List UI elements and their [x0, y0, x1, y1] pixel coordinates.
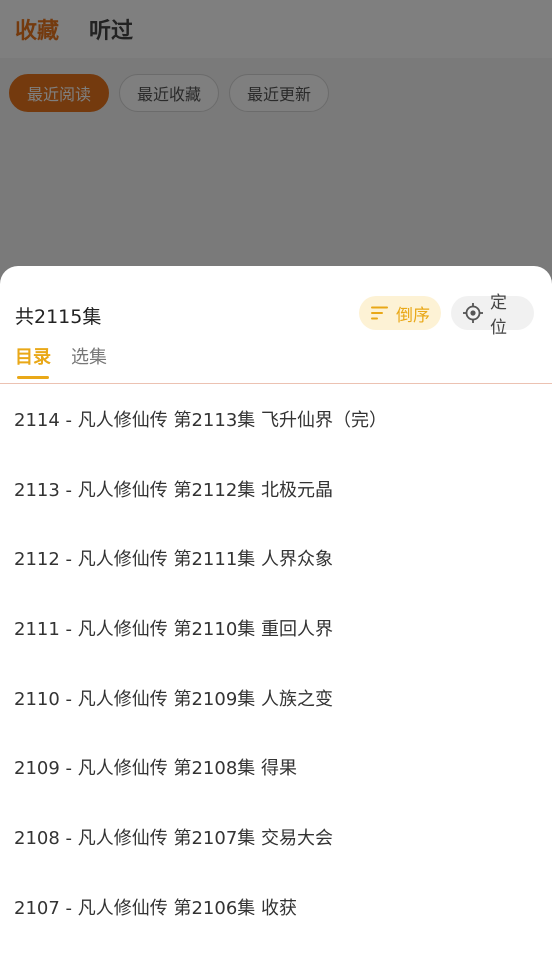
episode-item[interactable]: 2110 - 凡人修仙传 第2109集 人族之变 [0, 663, 552, 733]
sort-label: 倒序 [396, 305, 430, 326]
episode-item[interactable]: 2111 - 凡人修仙传 第2110集 重回人界 [0, 593, 552, 663]
episode-item[interactable]: 2109 - 凡人修仙传 第2108集 得果 [0, 732, 552, 802]
episode-item[interactable]: 2108 - 凡人修仙传 第2107集 交易大会 [0, 802, 552, 872]
episode-item[interactable]: 2113 - 凡人修仙传 第2112集 北极元晶 [0, 454, 552, 524]
episode-count: 共2115集 [15, 306, 102, 328]
episode-item[interactable]: 2114 - 凡人修仙传 第2113集 飞升仙界（完） [0, 384, 552, 454]
tab-select-episode[interactable]: 选集 [71, 343, 107, 379]
sort-button[interactable]: 倒序 [359, 296, 441, 330]
locate-button[interactable]: 定位 [451, 293, 534, 338]
locate-icon [462, 302, 484, 324]
tab-catalog[interactable]: 目录 [15, 343, 51, 379]
sort-icon [370, 305, 390, 321]
locate-label: 定位 [490, 293, 507, 338]
sheet-tabs: 目录 选集 [15, 343, 107, 379]
episode-list: 2114 - 凡人修仙传 第2113集 飞升仙界（完） 2113 - 凡人修仙传… [0, 384, 552, 942]
app-screen: 收藏 听过 最近阅读 最近收藏 最近更新 共2115集 倒序 [0, 0, 552, 954]
episode-item[interactable]: 2107 - 凡人修仙传 第2106集 收获 [0, 872, 552, 942]
episode-item[interactable]: 2112 - 凡人修仙传 第2111集 人界众象 [0, 523, 552, 593]
episode-sheet: 共2115集 倒序 定位 目录 选集 2114 - 凡人修仙传 第2113集 飞… [0, 266, 552, 954]
sheet-header: 共2115集 倒序 定位 目录 选集 [0, 266, 552, 384]
